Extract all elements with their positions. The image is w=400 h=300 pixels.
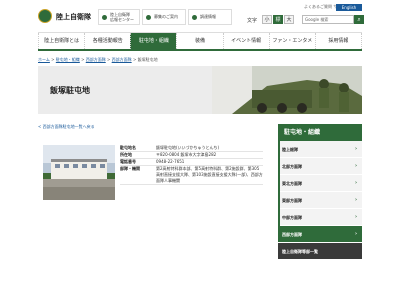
info-row-units: 部隊・機関 第2高射特科群本部、第5高射特科群、第2施設群、第305高射直接支援… xyxy=(120,166,263,185)
info-value: 飯塚駐屯地(いいづかちゅうとんち) xyxy=(156,145,220,150)
breadcrumb-garrisons[interactable]: 駐屯地・組織 xyxy=(56,57,80,62)
info-row-phone: 電話番号 0948-22-7651 xyxy=(120,159,263,166)
nav-item-activities[interactable]: 各種活動報告 xyxy=(84,33,130,49)
info-row-name: 駐屯地名 飯塚駐屯地(いいづかちゅうとんち) xyxy=(120,145,263,152)
pr-center-link[interactable]: 陸上自衛隊 広報センター xyxy=(98,9,140,25)
breadcrumb: ホーム > 駐屯地・組織 > 西部方面隊 > 西部方面隊 > 飯塚駐屯地 xyxy=(38,57,158,63)
side-item-label: 陸上自衛隊等部一覧 xyxy=(282,249,318,254)
text-size-large-button[interactable]: 大 xyxy=(284,15,294,24)
text-size-label: 文字 xyxy=(247,18,258,24)
pr-center-icon xyxy=(102,14,107,20)
chevron-right-icon: › xyxy=(354,163,357,169)
garrison-details: 駐屯地名 飯塚駐屯地(いいづかちゅうとんち) 所在地 〒820-0804 飯塚市… xyxy=(38,145,263,245)
global-nav: 陸上自衛隊とは 各種活動報告 駐屯地・組織 装備 イベント情報 ファン・エンタメ… xyxy=(38,32,362,51)
info-value: 〒820-0804 飯塚市大字津島282 xyxy=(156,152,217,157)
breadcrumb-separator: > xyxy=(81,57,85,62)
info-key: 駐屯地名 xyxy=(120,145,136,150)
jgsdf-logo-icon[interactable] xyxy=(38,9,52,23)
nav-item-about[interactable]: 陸上自衛隊とは xyxy=(38,33,84,49)
chevron-right-icon: › xyxy=(354,231,357,237)
site-logo-text[interactable]: 陸上自衛隊 xyxy=(56,12,91,22)
search-input[interactable]: Google 検索 xyxy=(302,15,354,24)
chevron-right-icon: › xyxy=(354,214,357,220)
nav-item-fan[interactable]: ファン・エンタメ xyxy=(268,33,315,49)
chevron-right-icon: › xyxy=(354,146,357,152)
side-item-northern-army[interactable]: 北部方面隊 › xyxy=(278,158,362,175)
side-item-marker xyxy=(278,192,280,209)
breadcrumb-separator: > xyxy=(107,57,111,62)
breadcrumb-western-army[interactable]: 西部方面隊 xyxy=(86,57,106,62)
side-item-marker xyxy=(278,141,280,158)
side-item-label: 北部方面隊 xyxy=(282,164,302,169)
english-button[interactable]: English xyxy=(336,4,362,11)
side-item-label: 陸上総隊 xyxy=(282,147,298,152)
chevron-right-icon: › xyxy=(354,197,357,203)
info-key: 電話番号 xyxy=(120,159,136,164)
nav-item-events[interactable]: イベント情報 xyxy=(222,33,269,49)
procurement-link[interactable]: 調達情報 xyxy=(188,9,232,25)
side-item-ground-component[interactable]: 陸上総隊 › xyxy=(278,141,362,158)
breadcrumb-home[interactable]: ホーム xyxy=(38,57,50,62)
recruit-link[interactable]: 募集のご案内 xyxy=(142,9,186,25)
side-nav: 駐屯地・組織 陸上総隊 › 北部方面隊 › 東北方面隊 › 東部方面隊 › 中部… xyxy=(278,124,362,260)
chevron-right-icon: › xyxy=(354,180,357,186)
side-item-label: 東部方面隊 xyxy=(282,198,302,203)
page-banner: 飯塚駐屯地 xyxy=(38,66,362,114)
back-to-list-link[interactable]: < 西部方面隊駐屯地一覧へ戻る xyxy=(38,124,95,130)
search-icon[interactable]: ⌕ xyxy=(354,15,364,24)
nav-item-garrisons[interactable]: 駐屯地・組織 xyxy=(130,33,177,49)
banner-photo xyxy=(212,66,362,114)
info-key: 部隊・機関 xyxy=(120,166,140,171)
text-size-small-button[interactable]: 小 xyxy=(262,15,272,24)
garrison-info-table: 駐屯地名 飯塚駐屯地(いいづかちゅうとんち) 所在地 〒820-0804 飯塚市… xyxy=(120,145,263,185)
side-item-label: 東北方面隊 xyxy=(282,181,302,186)
info-value: 第2高射特科群本部、第5高射特科群、第2施設群、第305高射直接支援大隊、第10… xyxy=(156,166,263,183)
recruit-label: 募集のご案内 xyxy=(154,14,178,19)
side-item-marker xyxy=(278,158,280,175)
procurement-icon xyxy=(192,14,197,20)
side-item-marker xyxy=(278,209,280,226)
side-item-middle-army[interactable]: 中部方面隊 › xyxy=(278,209,362,226)
side-nav-title: 駐屯地・組織 xyxy=(278,124,362,141)
nav-item-recruit[interactable]: 採用情報 xyxy=(314,33,362,49)
side-item-label: 中部方面隊 xyxy=(282,215,302,220)
breadcrumb-western-army-2[interactable]: 西部方面隊 xyxy=(112,57,132,62)
breadcrumb-separator: > xyxy=(51,57,55,62)
side-item-northeastern-army[interactable]: 東北方面隊 › xyxy=(278,175,362,192)
pr-center-line2: 広報センター xyxy=(110,17,134,22)
info-value: 0948-22-7651 xyxy=(156,159,185,164)
info-row-address: 所在地 〒820-0804 飯塚市大字津島282 xyxy=(120,152,263,159)
page-title: 飯塚駐屯地 xyxy=(50,86,90,95)
recruit-icon xyxy=(146,14,151,20)
side-item-marker xyxy=(278,175,280,192)
header: 陸上自衛隊 陸上自衛隊 広報センター 募集のご案内 調達情報 よくあるご質問 サ… xyxy=(0,0,400,32)
side-item-label: 西部方面隊 xyxy=(282,232,302,237)
side-item-eastern-army[interactable]: 東部方面隊 › xyxy=(278,192,362,209)
garrison-photo xyxy=(43,145,115,200)
side-item-units-list[interactable]: 陸上自衛隊等部一覧 xyxy=(278,243,362,260)
nav-item-equipment[interactable]: 装備 xyxy=(176,33,222,49)
breadcrumb-separator: > xyxy=(132,57,137,62)
breadcrumb-current: 飯塚駐屯地 xyxy=(137,57,158,62)
procurement-label: 調達情報 xyxy=(200,14,216,19)
side-item-western-army[interactable]: 西部方面隊 › xyxy=(278,226,362,243)
text-size-standard-button[interactable]: 標 xyxy=(273,15,283,24)
info-key: 所在地 xyxy=(120,152,132,157)
